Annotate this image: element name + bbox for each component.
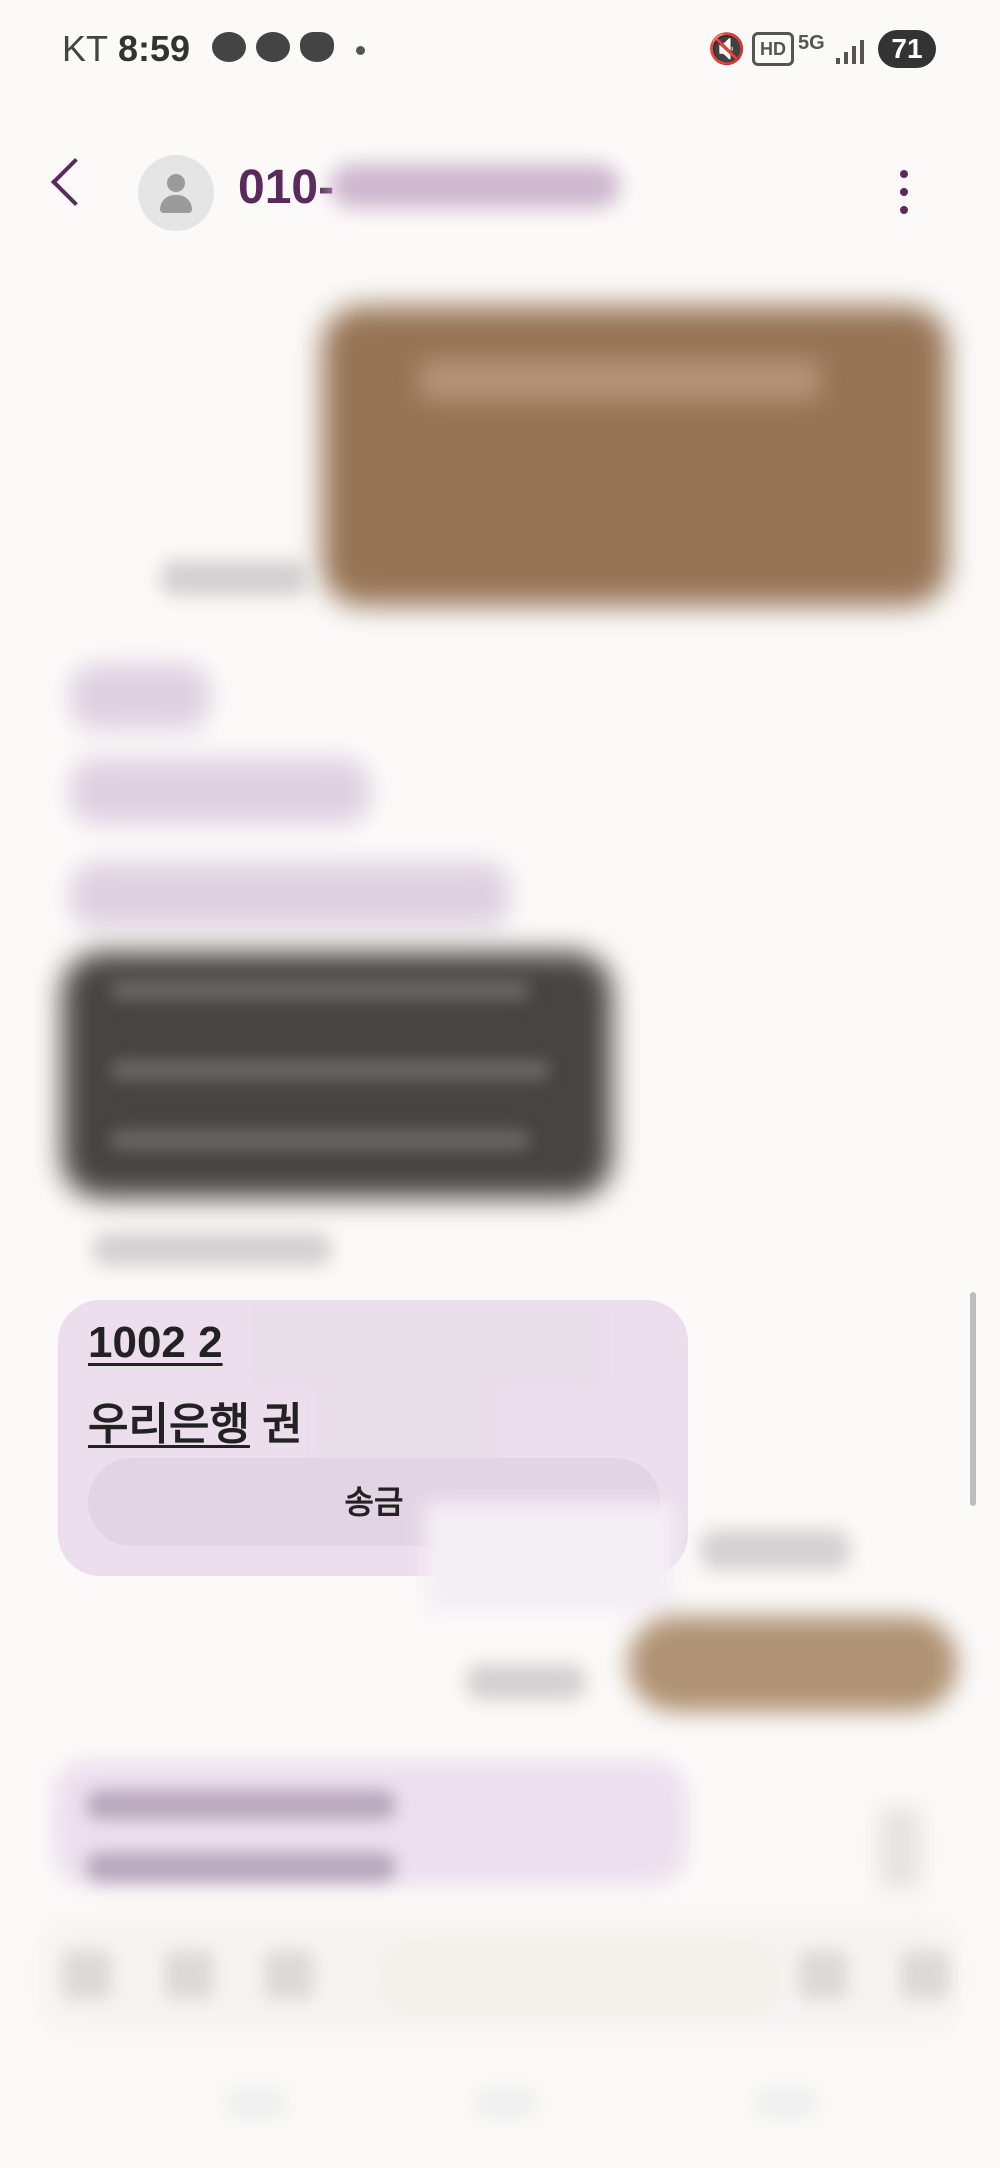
timestamp-blurred [92, 1232, 332, 1266]
message-input[interactable] [380, 1940, 780, 2016]
redacted-account [252, 1308, 598, 1382]
add-icon[interactable] [62, 1950, 112, 2000]
redacted-holder [318, 1382, 496, 1464]
battery-icon: 71 [878, 30, 936, 68]
back-icon[interactable] [50, 157, 100, 207]
timestamp-blurred [466, 1664, 586, 1700]
avatar-icon [167, 174, 185, 192]
contact-name-blurred [330, 164, 620, 208]
received-message-bubble [70, 862, 510, 928]
recent-apps-button[interactable] [226, 2090, 286, 2116]
more-icon[interactable] [900, 170, 910, 224]
bank-name-link[interactable]: 우리은행 [88, 1400, 250, 1449]
mute-icon: 🔇 [708, 33, 746, 66]
sent-message-bubble [628, 1616, 958, 1712]
camera-icon[interactable] [264, 1950, 314, 2000]
hd-icon: HD [752, 32, 794, 66]
home-button[interactable] [476, 2090, 536, 2116]
emoji-icon[interactable] [798, 1950, 848, 2000]
received-message-bubble [70, 758, 370, 824]
weather-icon [300, 32, 334, 62]
carrier-name: KT [62, 28, 109, 69]
avatar[interactable] [138, 155, 214, 231]
account-holder: 권 [249, 1400, 303, 1449]
notification-dot [356, 46, 365, 55]
received-message-bubble [70, 664, 210, 730]
scroll-down-icon[interactable] [880, 1808, 920, 1888]
timestamp-blurred [160, 560, 310, 596]
5g-icon: 5G [798, 32, 825, 54]
back-nav-button[interactable] [756, 2090, 816, 2116]
chat-icon [256, 32, 290, 62]
status-time: 8:59 [118, 28, 191, 69]
signal-icon [836, 40, 866, 64]
redaction-overlay [424, 1502, 674, 1612]
scrollbar[interactable] [970, 1292, 976, 1506]
bank-line: 우리은행 권 [88, 1388, 303, 1452]
account-number-link[interactable]: 1002 2 [88, 1318, 223, 1368]
kakaotalk-icon [212, 32, 246, 62]
contact-name[interactable]: 010- [238, 160, 334, 215]
gallery-icon[interactable] [164, 1950, 214, 2000]
timestamp-blurred [700, 1530, 850, 1570]
send-icon[interactable] [900, 1950, 950, 2000]
sent-message-bubble [322, 306, 948, 606]
